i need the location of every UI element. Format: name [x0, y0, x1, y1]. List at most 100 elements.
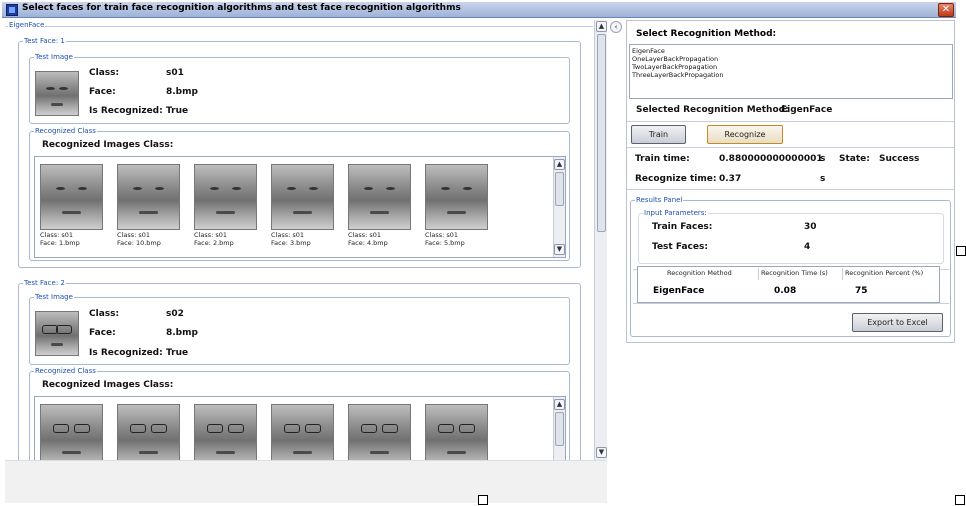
recognized-images-strip[interactable]: ▲	[34, 396, 566, 460]
divider	[627, 189, 954, 190]
face-label: Face:	[89, 87, 116, 97]
face-thumbnail	[40, 164, 103, 230]
thumb-caption: Class: s01 Face: 2.bmp	[194, 231, 234, 247]
recognize-button[interactable]: Recognize	[707, 125, 783, 144]
class-value: s01	[166, 68, 184, 78]
test-image-group: Test Image Class: s01 Face: 8.bmp Is Rec…	[29, 53, 570, 124]
test-image-group: Test Image Class: s02 Face: 8.bmp Is Rec…	[29, 293, 570, 365]
recognized-images-strip[interactable]: Class: s01 Face: 1.bmp Class: s01 Face: 10…	[34, 156, 566, 258]
divider	[627, 147, 954, 148]
recognized-thumb[interactable]	[348, 404, 411, 460]
main-window: Select faces for train face recognition …	[0, 0, 966, 506]
divider	[633, 303, 949, 304]
method-option[interactable]: OneLayerBackPropagation	[632, 55, 950, 63]
face-thumbnail	[271, 404, 334, 460]
scroll-up-icon[interactable]: ▲	[554, 399, 565, 410]
scroll-down-icon[interactable]: ▼	[596, 447, 607, 458]
divider	[627, 121, 954, 122]
train-faces-value: 30	[804, 222, 817, 232]
face-thumbnail	[40, 404, 103, 460]
recognized-thumb[interactable]: Class: s01 Face: 2.bmp	[194, 164, 257, 252]
recognized-thumb[interactable]	[194, 404, 257, 460]
export-to-excel-button[interactable]: Export to Excel	[852, 313, 943, 332]
recognized-thumb[interactable]: Class: s01 Face: 5.bmp	[425, 164, 488, 252]
table-cell: 0.08	[774, 286, 797, 296]
method-listbox[interactable]: EigenFace OneLayerBackPropagation TwoLay…	[629, 44, 953, 99]
recognized-class-group: Recognized Class Recognized Images Class…	[29, 127, 570, 261]
recognized-thumb[interactable]	[425, 404, 488, 460]
test-face-1-label: Test Face: 1	[23, 37, 66, 45]
recognized-thumb[interactable]: Class: s01 Face: 10.bmp	[117, 164, 180, 252]
face-value: 8.bmp	[166, 328, 198, 338]
recognized-thumb[interactable]	[40, 404, 103, 460]
selected-method-value: EigenFace	[781, 105, 833, 115]
face-thumbnail	[194, 164, 257, 230]
recognized-class-label: Recognized Class	[34, 127, 97, 135]
recognized-value: True	[166, 106, 189, 116]
face-thumbnail	[348, 164, 411, 230]
recognized-thumb[interactable]: Class: s01 Face: 3.bmp	[271, 164, 334, 252]
table-header: Recognition Percent (%)	[845, 269, 924, 277]
face-thumbnail	[117, 164, 180, 230]
method-option[interactable]: EigenFace	[632, 47, 950, 55]
collapse-panel-icon[interactable]: ‹	[610, 21, 622, 33]
scroll-thumb[interactable]	[555, 412, 564, 446]
recognized-label: Is Recognized:	[89, 106, 163, 116]
test-face-1-group: Test Face: 1 Test Image Class: s01 Face:…	[18, 37, 581, 268]
recognized-thumb[interactable]: Class: s01 Face: 1.bmp	[40, 164, 103, 252]
strip-scrollbar[interactable]: ▲	[553, 397, 565, 460]
thumb-caption: Class: s01 Face: 10.bmp	[117, 231, 161, 247]
test-face-2-group: Test Face: 2 Test Image Class: s02 Face:…	[18, 279, 581, 460]
resize-handle[interactable]	[478, 495, 488, 505]
main-scrollbar[interactable]: ▲ ▼	[594, 20, 607, 460]
method-option[interactable]: TwoLayerBackPropagation	[632, 63, 950, 71]
close-button[interactable]: ✕	[938, 3, 954, 17]
state-value: Success	[879, 154, 920, 164]
recognize-time-value: 0.37	[719, 174, 742, 184]
train-time-value: 0.880000000000001	[719, 154, 823, 164]
tab-eigenface[interactable]: EigenFace	[8, 21, 46, 29]
state-label: State:	[839, 154, 870, 164]
recognize-time-label: Recognize time:	[635, 174, 717, 184]
test-face-image	[35, 311, 79, 356]
face-label: Face:	[89, 328, 116, 338]
recognized-thumb[interactable]	[117, 404, 180, 460]
recognized-thumb[interactable]: Class: s01 Face: 4.bmp	[348, 164, 411, 252]
train-button[interactable]: Train	[631, 125, 686, 144]
resize-handle[interactable]	[956, 246, 966, 256]
column-divider	[842, 268, 843, 280]
recognized-label: Is Recognized:	[89, 348, 163, 358]
scroll-up-icon[interactable]: ▲	[596, 21, 607, 32]
input-parameters-label: Input Parameters:	[643, 209, 708, 217]
face-thumbnail	[425, 164, 488, 230]
scroll-down-icon[interactable]: ▼	[554, 244, 565, 255]
results-table: Recognition Method Recognition Time (s) …	[637, 266, 940, 303]
strip-scrollbar[interactable]: ▲ ▼	[553, 157, 565, 257]
thumb-caption: Class: s01 Face: 4.bmp	[348, 231, 388, 247]
recognized-thumb[interactable]	[271, 404, 334, 460]
thumb-caption: Class: s01 Face: 1.bmp	[40, 231, 80, 247]
class-label: Class:	[89, 309, 120, 319]
title-bar: Select faces for train face recognition …	[2, 2, 956, 18]
recognized-class-group: Recognized Class Recognized Images Class…	[29, 367, 570, 460]
test-image-label: Test Image	[34, 53, 74, 61]
bottom-panel	[5, 460, 607, 503]
recognize-time-unit: s	[820, 174, 826, 184]
test-faces-panel: Test Face: 1 Test Image Class: s01 Face:…	[5, 18, 595, 460]
test-faces-value: 4	[804, 242, 811, 252]
input-parameters-group: Input Parameters: Train Faces: 30 Test F…	[638, 209, 944, 264]
scroll-thumb[interactable]	[555, 172, 564, 206]
recognized-class-label: Recognized Class	[34, 367, 97, 375]
method-option[interactable]: ThreeLayerBackPropagation	[632, 71, 950, 79]
thumb-caption: Class: s01 Face: 5.bmp	[425, 231, 465, 247]
resize-handle[interactable]	[955, 495, 965, 505]
main-scroll-thumb[interactable]	[597, 34, 606, 232]
test-image-label: Test Image	[34, 293, 74, 301]
face-thumbnail	[194, 404, 257, 460]
class-label: Class:	[89, 68, 120, 78]
table-header: Recognition Time (s)	[761, 269, 828, 277]
scroll-up-icon[interactable]: ▲	[554, 159, 565, 170]
select-method-title: Select Recognition Method:	[636, 29, 777, 39]
test-face-image	[35, 71, 79, 116]
train-time-unit: s	[820, 154, 826, 164]
